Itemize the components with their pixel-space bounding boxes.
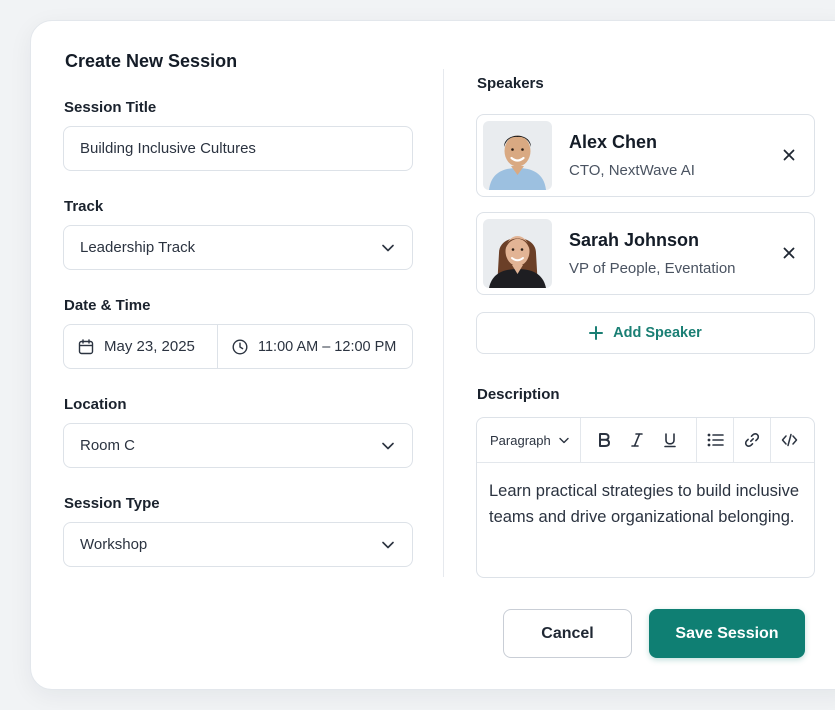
speaker-role: VP of People, Eventation	[569, 260, 736, 277]
close-icon	[783, 149, 795, 161]
description-label: Description	[477, 386, 560, 403]
bullet-list-button[interactable]	[697, 418, 733, 462]
time-picker[interactable]: 11:00 AM – 12:00 PM	[218, 325, 396, 368]
session-type-label: Session Type	[64, 495, 160, 512]
session-title-label: Session Title	[64, 99, 157, 116]
paragraph-format-value: Paragraph	[490, 432, 551, 448]
speaker-card: Alex Chen CTO, NextWave AI	[476, 114, 815, 197]
link-icon	[744, 433, 760, 447]
plus-icon	[589, 326, 604, 340]
paragraph-format-select[interactable]: Paragraph	[477, 418, 581, 462]
bold-icon	[598, 433, 610, 447]
close-icon	[783, 247, 795, 259]
page-title: Create New Session	[65, 51, 238, 71]
track-value: Leadership Track	[80, 239, 196, 256]
time-value: 11:00 AM – 12:00 PM	[258, 338, 397, 355]
speakers-label: Speakers	[477, 75, 544, 92]
bold-button[interactable]	[587, 418, 620, 462]
add-speaker-label: Add Speaker	[613, 325, 702, 341]
date-value: May 23, 2025	[104, 338, 195, 355]
editor-toolbar: Paragraph	[477, 418, 814, 463]
description-editor: Paragraph Learn practical strategies to …	[476, 417, 815, 578]
speaker-role: CTO, NextWave AI	[569, 162, 695, 179]
date-time-field: May 23, 2025 11:00 AM – 12:00 PM	[63, 324, 413, 369]
code-button[interactable]	[771, 418, 807, 462]
calendar-icon	[78, 338, 94, 354]
chevron-down-icon	[559, 437, 569, 443]
session-type-value: Workshop	[80, 536, 148, 553]
italic-icon	[630, 433, 643, 447]
location-value: Room C	[80, 437, 136, 454]
cancel-button[interactable]: Cancel	[503, 609, 632, 658]
location-label: Location	[64, 396, 127, 413]
date-time-label: Date & Time	[64, 297, 151, 314]
chevron-down-icon	[380, 240, 396, 256]
create-session-card: Create New Session Session Title Buildin…	[30, 20, 835, 690]
description-text[interactable]: Learn practical strategies to build incl…	[489, 478, 804, 530]
speaker-card: Sarah Johnson VP of People, Eventation	[476, 212, 815, 295]
column-divider	[443, 69, 444, 577]
italic-button[interactable]	[620, 418, 653, 462]
session-title-input[interactable]: Building Inclusive Cultures	[63, 126, 413, 171]
remove-speaker-button[interactable]	[782, 246, 796, 260]
bullet-list-icon	[707, 433, 724, 447]
date-picker[interactable]: May 23, 2025	[64, 325, 218, 368]
code-icon	[781, 433, 797, 447]
clock-icon	[232, 338, 248, 355]
speaker-name: Alex Chen	[569, 132, 658, 152]
track-select[interactable]: Leadership Track	[63, 225, 413, 270]
avatar	[483, 121, 552, 190]
speaker-name: Sarah Johnson	[569, 230, 700, 250]
location-select[interactable]: Room C	[63, 423, 413, 468]
underline-icon	[663, 433, 676, 448]
chevron-down-icon	[380, 537, 396, 553]
remove-speaker-button[interactable]	[782, 148, 796, 162]
save-session-button[interactable]: Save Session	[649, 609, 805, 658]
underline-button[interactable]	[653, 418, 686, 462]
avatar	[483, 219, 552, 288]
session-type-select[interactable]: Workshop	[63, 522, 413, 567]
chevron-down-icon	[380, 438, 396, 454]
link-button[interactable]	[734, 418, 770, 462]
session-title-value: Building Inclusive Cultures	[80, 140, 256, 157]
add-speaker-button[interactable]: Add Speaker	[476, 312, 815, 354]
track-label: Track	[64, 198, 104, 215]
